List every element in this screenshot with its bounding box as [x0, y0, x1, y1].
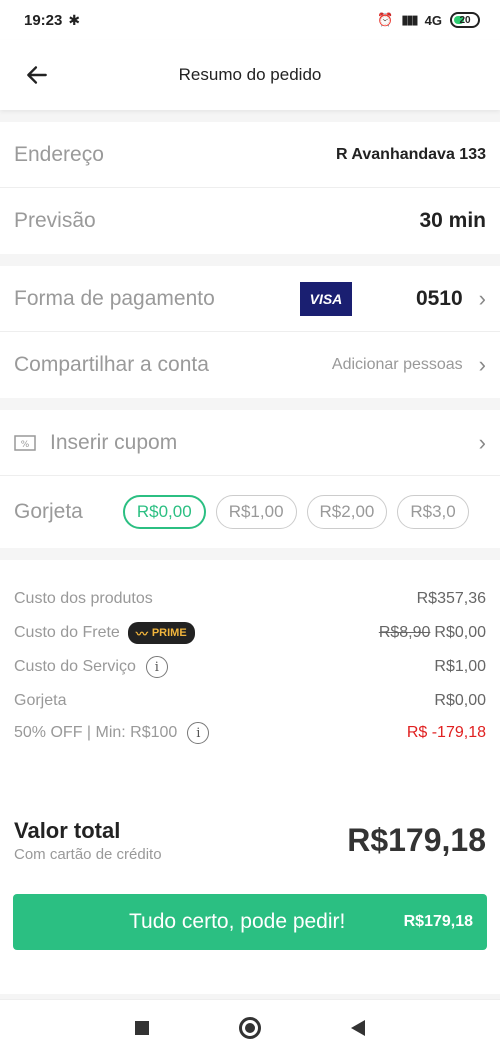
chevron-right-icon: › [478, 352, 486, 377]
service-cost-row: Custo do Serviço i R$1,00 [14, 656, 486, 678]
share-bill-label: Compartilhar a conta [14, 353, 209, 376]
address-label: Endereço [14, 142, 104, 166]
tip-option-2[interactable]: R$2,00 [306, 495, 388, 529]
tip-options: R$0,00 R$1,00 R$2,00 R$3,0 [122, 495, 500, 529]
coupon-row[interactable]: % Inserir cupom › [0, 410, 500, 476]
tip-summary-value: R$0,00 [434, 692, 486, 709]
chevron-right-icon: › [478, 429, 486, 455]
battery-level: 20 [459, 14, 471, 26]
back-icon[interactable] [351, 1020, 365, 1036]
service-label-group: Custo do Serviço i [14, 656, 168, 678]
products-cost-row: Custo dos produtos R$357,36 [14, 590, 486, 608]
address-row[interactable]: Endereço R Avanhandava 133 [0, 122, 500, 188]
share-bill-action: Adicionar pessoas › [332, 352, 486, 378]
system-nav-bar [0, 999, 500, 1056]
shipping-cost-row: Custo do Frete 〰 PRIME R$8,90 R$0,00 [14, 622, 486, 644]
tip-label: Gorjeta [14, 500, 83, 523]
coupon-label: Inserir cupom [50, 430, 178, 454]
status-right: ⏰ ▮▮▮ 4G 20 [377, 12, 480, 28]
app-header: Resumo do pedido [0, 40, 500, 110]
cta-container: Tudo certo, pode pedir! R$179,18 [0, 882, 500, 994]
mustache-icon: 〰 [135, 626, 148, 641]
page-title: Resumo do pedido [178, 65, 322, 84]
discount-value: R$ -179,18 [406, 724, 486, 741]
coupon-left: % Inserir cupom [14, 431, 177, 455]
svg-text:%: % [21, 440, 30, 450]
tip-row: Gorjeta R$0,00 R$1,00 R$2,00 R$3,0 [0, 476, 500, 548]
tip-option-3[interactable]: R$3,0 [397, 495, 469, 529]
address-value: R Avanhandava 133 [336, 145, 486, 163]
card-last-digits: 0510 [415, 286, 463, 310]
total-label: Valor total [14, 818, 121, 843]
visa-logo: VISA [299, 281, 352, 316]
add-people-link[interactable]: Adicionar pessoas [332, 356, 463, 374]
place-order-button[interactable]: Tudo certo, pode pedir! R$179,18 [13, 894, 487, 950]
total-section: Valor total Com cartão de crédito R$179,… [14, 818, 486, 863]
bluetooth-icon: ✱ [68, 11, 81, 28]
chevron-right-icon: › [478, 285, 486, 311]
place-order-value: R$179,18 [403, 913, 473, 930]
payment-label: Forma de pagamento [14, 286, 215, 310]
eta-label: Previsão [14, 209, 96, 232]
alarm-off-icon: ⏰ [377, 12, 394, 27]
total-value: R$179,18 [347, 822, 486, 858]
status-left: 19:23 ✱ [24, 12, 80, 29]
total-subtitle: Com cartão de crédito [14, 846, 162, 863]
shipping-cost-label: Custo do Frete [14, 624, 120, 641]
battery-icon: 20 [450, 12, 480, 28]
signal-icon: ▮▮▮ [401, 12, 419, 27]
prime-badge: 〰 PRIME [127, 622, 195, 644]
prime-badge-text: PRIME [151, 627, 187, 639]
discount-label-group: 50% OFF | Min: R$100 i [14, 722, 210, 744]
total-labels: Valor total Com cartão de crédito [14, 818, 162, 863]
tip-option-1[interactable]: R$1,00 [215, 495, 297, 529]
payment-info: VISA 0510 › [299, 281, 486, 316]
share-bill-row[interactable]: Compartilhar a conta Adicionar pessoas › [0, 332, 500, 398]
back-arrow-icon[interactable] [24, 62, 50, 88]
network-type: 4G [424, 12, 442, 28]
discount-label: 50% OFF | Min: R$100 [14, 724, 178, 741]
order-summary: Custo dos produtos R$357,36 Custo do Fre… [0, 560, 500, 882]
place-order-label: Tudo certo, pode pedir! [129, 910, 346, 933]
home-icon[interactable] [239, 1017, 261, 1039]
delivery-card: Endereço R Avanhandava 133 Previsão 30 m… [0, 122, 500, 254]
products-cost-label: Custo dos produtos [14, 590, 153, 607]
shipping-label-group: Custo do Frete 〰 PRIME [14, 622, 195, 644]
recent-apps-icon[interactable] [135, 1021, 149, 1035]
payment-card: Forma de pagamento VISA 0510 › Compartil… [0, 266, 500, 398]
discount-row: 50% OFF | Min: R$100 i R$ -179,18 [14, 722, 486, 744]
eta-row: Previsão 30 min [0, 188, 500, 254]
shipping-value: R$0,00 [434, 624, 486, 641]
status-bar: 19:23 ✱ ⏰ ▮▮▮ 4G 20 [0, 0, 500, 40]
products-cost-value: R$357,36 [416, 590, 486, 607]
tip-option-0[interactable]: R$0,00 [122, 495, 206, 529]
payment-row[interactable]: Forma de pagamento VISA 0510 › [0, 266, 500, 332]
tip-summary-label: Gorjeta [14, 692, 67, 709]
coupon-tip-card: % Inserir cupom › Gorjeta R$0,00 R$1,00 … [0, 410, 500, 548]
tip-summary-row: Gorjeta R$0,00 [14, 692, 486, 710]
info-icon[interactable]: i [187, 722, 210, 744]
info-icon[interactable]: i [145, 656, 168, 678]
service-cost-value: R$1,00 [434, 658, 486, 675]
service-cost-label: Custo do Serviço [14, 658, 136, 675]
eta-value: 30 min [419, 209, 486, 232]
coupon-icon: % [14, 434, 36, 451]
status-time: 19:23 [24, 11, 63, 29]
shipping-old-value: R$8,90 [378, 624, 431, 641]
